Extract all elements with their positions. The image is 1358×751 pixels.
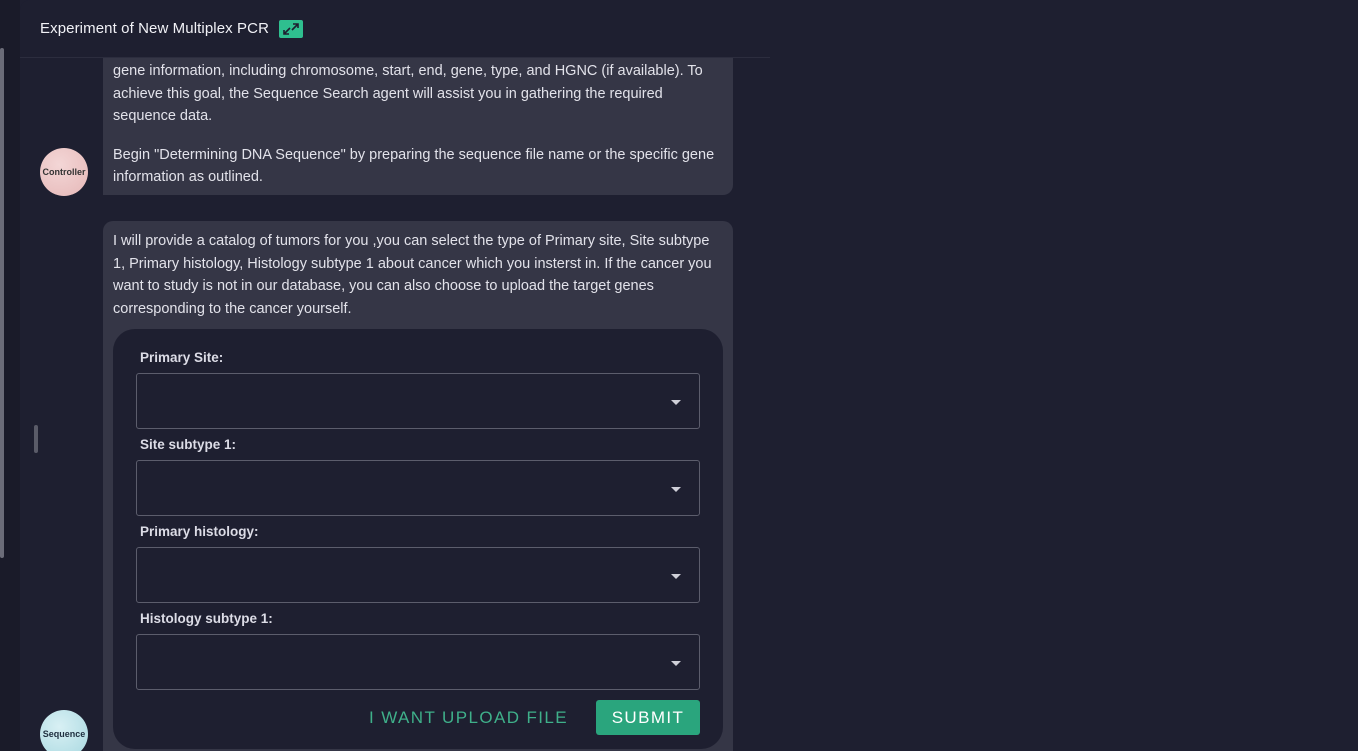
avatar-label: Controller	[42, 167, 86, 177]
site-subtype-select[interactable]	[136, 460, 700, 516]
primary-histology-select[interactable]	[136, 547, 700, 603]
primary-site-label: Primary Site:	[140, 350, 224, 365]
panel-title: Experiment of New Multiplex PCR	[40, 20, 270, 37]
expand-arrows-icon[interactable]	[279, 19, 304, 38]
avatar-label: Sequence	[42, 729, 86, 739]
avatar-sequence: Sequence	[40, 710, 88, 751]
message-list: gene information, including chromosome, …	[20, 58, 770, 751]
submit-button[interactable]: SUBMIT	[596, 700, 700, 735]
message-text: I will provide a catalog of tumors for y…	[113, 233, 712, 317]
message-bubble-controller: gene information, including chromosome, …	[103, 58, 733, 195]
histology-subtype-select[interactable]	[136, 634, 700, 690]
chevron-down-icon	[671, 487, 681, 492]
tumor-selection-form: Primary Site: Site subtype 1: Primary hi…	[113, 329, 723, 749]
left-scrollbar[interactable]	[0, 48, 4, 558]
message-paragraph: Begin "Determining DNA Sequence" by prep…	[113, 146, 715, 186]
upload-file-button[interactable]: I WANT UPLOAD FILE	[369, 708, 568, 728]
chevron-down-icon	[671, 661, 681, 666]
site-subtype-label: Site subtype 1:	[140, 437, 237, 452]
form-actions: I WANT UPLOAD FILE SUBMIT	[369, 700, 700, 735]
chevron-down-icon	[671, 574, 681, 579]
chevron-down-icon	[671, 400, 681, 405]
primary-histology-label: Primary histology:	[140, 524, 259, 539]
message-bubble-sequence: I will provide a catalog of tumors for y…	[103, 221, 733, 751]
avatar-controller: Controller	[40, 148, 88, 196]
histology-subtype-label: Histology subtype 1:	[140, 611, 273, 626]
message-paragraph: gene information, including chromosome, …	[113, 63, 703, 124]
panel-header: Experiment of New Multiplex PCR	[20, 0, 770, 58]
primary-site-select[interactable]	[136, 373, 700, 429]
